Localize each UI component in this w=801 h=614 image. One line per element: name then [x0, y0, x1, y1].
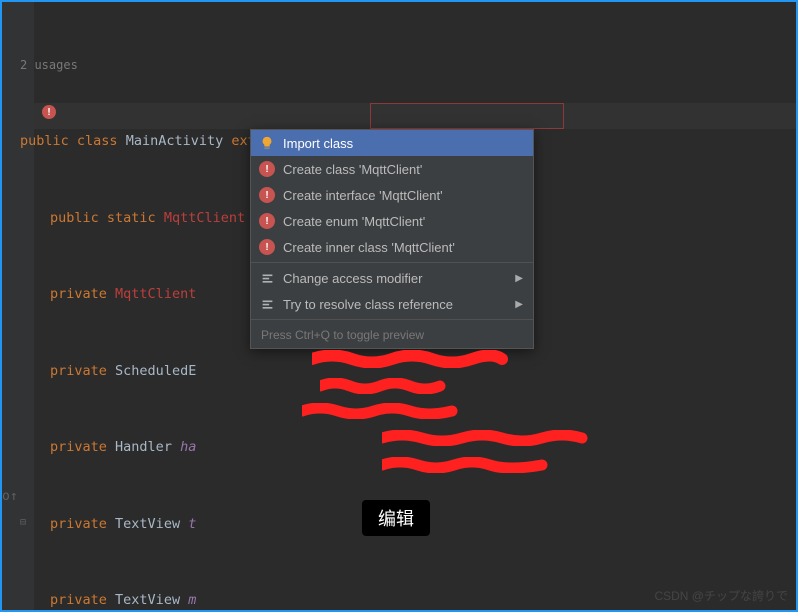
menu-item-create-enum[interactable]: ! Create enum 'MqttClient' — [251, 208, 533, 234]
menu-item-change-access[interactable]: Change access modifier ▶ — [251, 265, 533, 291]
type: TextView — [115, 592, 180, 608]
keyword: private — [50, 516, 107, 532]
menu-label: Change access modifier — [283, 271, 422, 286]
keyword: public — [20, 133, 69, 149]
chevron-right-icon: ▶ — [515, 299, 523, 310]
type: ScheduledE — [115, 363, 196, 379]
menu-item-create-interface[interactable]: ! Create interface 'MqttClient' — [251, 182, 533, 208]
error-type: MqttClient — [164, 210, 245, 226]
keyword: private — [50, 439, 107, 455]
keyword: static — [107, 210, 156, 226]
class-name: MainActivity — [126, 133, 224, 149]
field: ha — [180, 439, 196, 455]
menu-item-create-inner-class[interactable]: ! Create inner class 'MqttClient' — [251, 234, 533, 260]
type: Handler — [115, 439, 172, 455]
menu-label: Create class 'MqttClient' — [283, 162, 422, 177]
menu-label: Try to resolve class reference — [283, 297, 453, 312]
menu-separator — [251, 319, 533, 320]
watermark: CSDN @チップな誇りで — [654, 587, 788, 604]
usages-hint[interactable]: 2 usages — [20, 58, 78, 72]
error-icon: ! — [259, 161, 275, 177]
menu-item-create-class[interactable]: ! Create class 'MqttClient' — [251, 156, 533, 182]
intention-actions-menu: Import class ! Create class 'MqttClient'… — [250, 129, 534, 349]
keyword: public — [50, 210, 99, 226]
menu-label: Create inner class 'MqttClient' — [283, 240, 455, 255]
error-icon: ! — [259, 187, 275, 203]
keyword: private — [50, 286, 107, 302]
error-type: MqttClient — [115, 286, 196, 302]
error-highlight-box — [370, 103, 564, 129]
keyword: class — [77, 133, 118, 149]
chevron-right-icon: ▶ — [515, 273, 523, 284]
type: TextView — [115, 516, 180, 532]
menu-separator — [251, 262, 533, 263]
keyword: private — [50, 592, 107, 608]
error-icon: ! — [259, 239, 275, 255]
menu-label: Import class — [283, 136, 353, 151]
menu-item-import-class[interactable]: Import class — [251, 130, 533, 156]
modifier-icon — [259, 270, 275, 286]
keyword: private — [50, 363, 107, 379]
error-icon: ! — [259, 213, 275, 229]
menu-label: Create interface 'MqttClient' — [283, 188, 443, 203]
menu-label: Create enum 'MqttClient' — [283, 214, 425, 229]
menu-item-resolve-reference[interactable]: Try to resolve class reference ▶ — [251, 291, 533, 317]
menu-footer-hint: Press Ctrl+Q to toggle preview — [251, 322, 533, 348]
resolve-icon — [259, 296, 275, 312]
bulb-icon — [259, 135, 275, 151]
override-marker-icon[interactable]: o↑ — [2, 489, 18, 504]
field: m — [188, 592, 196, 608]
editor-frame: 2 usages ! o↑ ⊟ public class MainActivit… — [0, 0, 798, 612]
edit-tooltip: 编辑 — [362, 500, 430, 536]
field: t — [188, 516, 196, 532]
